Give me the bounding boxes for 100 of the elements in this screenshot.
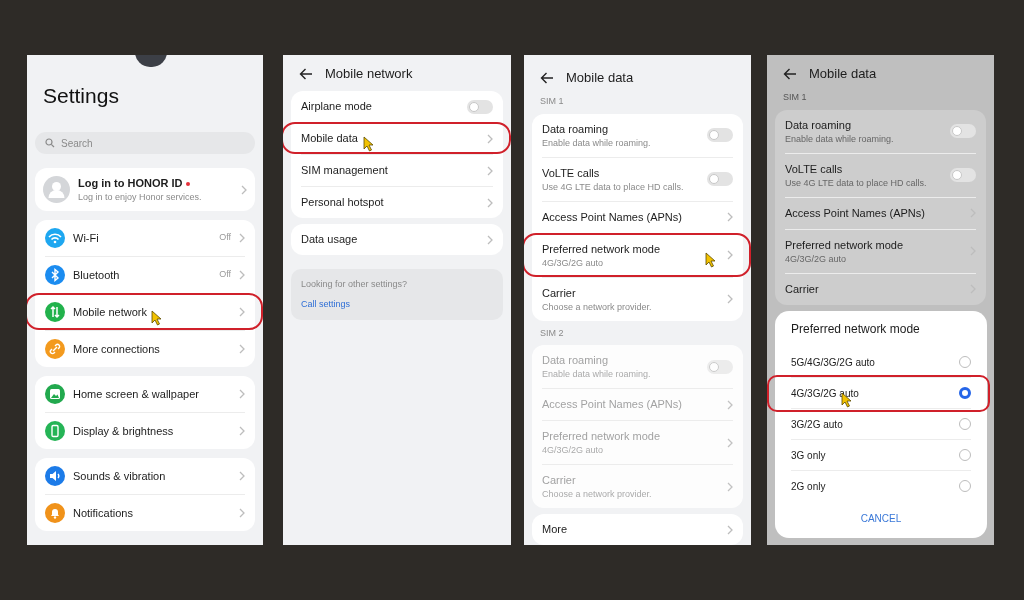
row-label: Bluetooth <box>73 267 120 283</box>
chevron-right-icon <box>487 234 493 245</box>
settings-row[interactable]: Preferred network mode 4G/3G/2G auto <box>532 233 743 277</box>
back-arrow-icon <box>540 72 554 84</box>
option-label: 3G only <box>791 448 826 463</box>
settings-row[interactable]: Data usage <box>291 224 503 255</box>
row-subtitle: Use 4G LTE data to place HD calls. <box>542 180 685 193</box>
dialog-title: Preferred network mode <box>790 321 921 337</box>
radio-button[interactable] <box>959 387 971 399</box>
chevron-right-icon <box>727 481 733 492</box>
row-subtitle: Choose a network provider. <box>542 488 653 500</box>
settings-row[interactable]: Personal hotspot <box>291 187 503 218</box>
chevron-right-icon <box>727 212 733 222</box>
row-label: Access Point Names (APNs) <box>542 397 682 412</box>
row-label: Wi-Fi <box>73 230 99 246</box>
toggle-switch[interactable] <box>707 172 733 186</box>
toggle-switch[interactable] <box>950 124 976 138</box>
row-label: Preferred network mode <box>542 429 660 444</box>
row-label: VoLTE calls <box>785 161 843 177</box>
settings-row[interactable]: Log in to HONOR ID Log in to enjoy Honor services. <box>35 168 255 211</box>
settings-row[interactable]: Carrier <box>775 273 986 305</box>
radio-option[interactable]: 3G only <box>775 440 987 470</box>
chevron-right-icon <box>727 294 733 304</box>
settings-row[interactable]: SIM management <box>291 155 503 186</box>
chevron-right-icon <box>241 184 247 195</box>
row-label: Home screen & wallpaper <box>73 386 199 402</box>
row-subtitle: Log in to enjoy Honor services. <box>78 191 203 203</box>
info-text: Looking for other settings? <box>301 278 409 291</box>
row-label: Mobile network <box>73 304 147 320</box>
chevron-right-icon <box>239 307 245 317</box>
settings-row[interactable]: Mobile network <box>35 294 255 330</box>
settings-row[interactable]: Sounds & vibration <box>35 458 255 494</box>
chevron-right-icon <box>239 471 245 481</box>
settings-row[interactable]: Notifications <box>35 495 255 531</box>
settings-row[interactable]: Bluetooth Off <box>35 257 255 293</box>
back-arrow-icon <box>783 68 797 80</box>
chevron-right-icon <box>487 165 493 176</box>
settings-row[interactable]: Display & brightness <box>35 413 255 449</box>
row-label: Data roaming <box>542 121 609 137</box>
page-title: Settings <box>42 83 120 109</box>
chevron-right-icon <box>727 250 733 260</box>
row-label: More connections <box>73 341 160 357</box>
radio-option[interactable]: 3G/2G auto <box>775 409 987 439</box>
settings-row[interactable]: Access Point Names (APNs) <box>532 201 743 233</box>
settings-row[interactable]: VoLTE calls Use 4G LTE data to place HD calls. <box>775 153 986 197</box>
row-label: Notifications <box>73 505 133 521</box>
chevron-right-icon <box>727 399 733 410</box>
settings-row[interactable]: Preferred network mode 4G/3G/2G auto <box>775 229 986 273</box>
page-title: Mobile data <box>566 69 634 87</box>
call-settings-link[interactable]: Call settings <box>301 297 493 311</box>
chevron-right-icon <box>239 344 245 354</box>
row-label: Display & brightness <box>73 423 174 439</box>
toggle-switch[interactable] <box>950 168 976 182</box>
row-label: Sounds & vibration <box>73 468 166 484</box>
row-label: Data roaming <box>542 353 609 368</box>
chevron-right-icon <box>487 197 493 208</box>
settings-row[interactable]: Access Point Names (APNs) <box>775 197 986 229</box>
row-subtitle: 4G/3G/2G auto <box>542 256 605 269</box>
row-subtitle: Enable data while roaming. <box>542 368 652 380</box>
settings-row[interactable]: Data roaming Enable data while roaming. <box>775 109 986 153</box>
section-heading: SIM 2 <box>539 326 565 340</box>
option-label: 5G/4G/3G/2G auto <box>791 355 875 370</box>
section-heading: SIM 1 <box>782 91 808 104</box>
settings-row[interactable]: Wi-Fi Off <box>35 220 255 256</box>
chevron-right-icon <box>239 508 245 518</box>
settings-row[interactable]: More <box>532 514 743 545</box>
chevron-right-icon <box>239 426 245 436</box>
settings-row[interactable]: Airplane mode <box>291 91 503 122</box>
row-value: Off <box>219 268 231 282</box>
chevron-right-icon <box>239 389 245 399</box>
row-label: Carrier <box>542 473 576 488</box>
toggle-switch[interactable] <box>707 128 733 142</box>
page-title: Mobile data <box>809 65 877 83</box>
toggle-switch[interactable] <box>467 99 493 114</box>
row-label: Access Point Names (APNs) <box>785 205 925 221</box>
row-label: Preferred network mode <box>542 241 660 257</box>
avatar-icon <box>43 176 70 203</box>
row-subtitle: Use 4G LTE data to place HD calls. <box>785 176 928 189</box>
cancel-button[interactable]: CANCEL <box>848 507 914 530</box>
settings-row[interactable]: Carrier Choose a network provider. <box>532 277 743 321</box>
row-label: VoLTE calls <box>542 165 600 181</box>
row-subtitle: Enable data while roaming. <box>785 132 895 145</box>
settings-row[interactable]: More connections <box>35 331 255 367</box>
row-label: Data usage <box>301 232 358 247</box>
chevron-right-icon <box>727 437 733 448</box>
chevron-right-icon <box>239 233 245 243</box>
settings-row[interactable]: Home screen & wallpaper <box>35 376 255 412</box>
row-value: Off <box>219 231 231 245</box>
row-label: Data roaming <box>785 117 852 133</box>
radio-option[interactable]: 5G/4G/3G/2G auto <box>775 347 987 377</box>
chevron-right-icon <box>487 133 493 144</box>
settings-row[interactable]: Data roaming Enable data while roaming. <box>532 113 743 157</box>
row-label: Carrier <box>542 285 576 301</box>
radio-option[interactable]: 2G only <box>775 471 987 501</box>
row-label: More <box>542 522 568 537</box>
row-label: Preferred network mode <box>785 237 903 253</box>
settings-row[interactable]: VoLTE calls Use 4G LTE data to place HD calls. <box>532 157 743 201</box>
search-placeholder: Search <box>61 136 93 151</box>
row-subtitle: 4G/3G/2G auto <box>542 444 605 456</box>
page-title: Mobile network <box>325 65 413 83</box>
